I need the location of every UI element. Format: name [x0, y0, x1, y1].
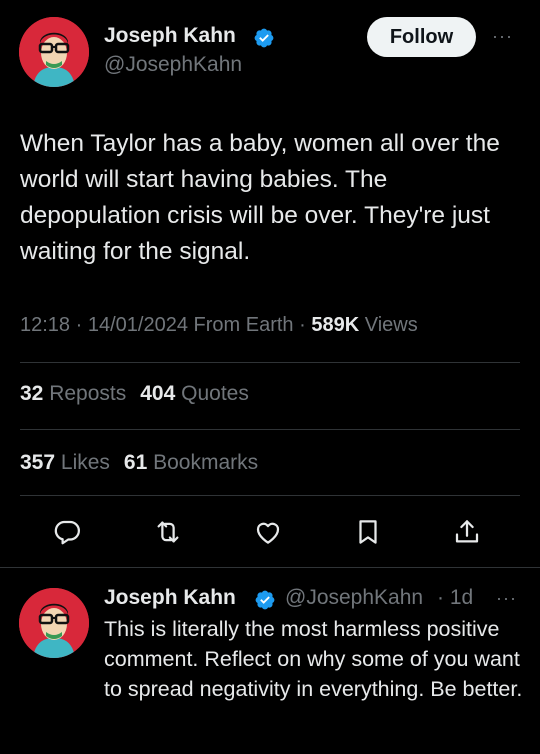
- views-count: 589K: [311, 314, 360, 336]
- tweet-text: When Taylor has a baby, women all over t…: [20, 130, 500, 265]
- repost-button[interactable]: [146, 510, 190, 554]
- meta-separator: ·: [75, 314, 83, 336]
- bookmarks-count: 61: [123, 451, 148, 474]
- reposts-quotes-row: 32 Reposts 404 Quotes: [20, 382, 249, 406]
- reposts-count: 32: [20, 382, 44, 405]
- reply-button[interactable]: [45, 510, 89, 554]
- bookmarks-link[interactable]: 61 Bookmarks: [124, 451, 258, 474]
- reposts-label: Reposts: [49, 382, 127, 405]
- share-button[interactable]: [445, 510, 489, 554]
- likes-bookmarks-row: 357 Likes 61 Bookmarks: [20, 451, 258, 475]
- tweet-source: From Earth: [193, 314, 294, 336]
- repost-icon: [157, 521, 179, 543]
- author-avatar[interactable]: [19, 17, 89, 87]
- like-button[interactable]: [246, 510, 290, 554]
- quotes-link[interactable]: 404 Quotes: [140, 382, 249, 405]
- divider: [20, 429, 520, 430]
- bookmark-icon: [359, 520, 377, 544]
- author-handle[interactable]: @JosephKahn: [104, 53, 242, 77]
- reply-more-options-icon[interactable]: ···: [496, 588, 517, 609]
- bookmark-button[interactable]: [346, 510, 390, 554]
- likes-link[interactable]: 357 Likes: [20, 451, 110, 474]
- meta-separator: ·: [299, 314, 306, 336]
- reply-author-handle[interactable]: @JosephKahn: [285, 586, 423, 610]
- avatar-illustration: [19, 17, 89, 87]
- reply-icon: [54, 520, 80, 545]
- quotes-count: 404: [140, 382, 176, 405]
- tweet-meta: 12:18 · 14/01/2024 From Earth · 589K Vie…: [20, 314, 418, 337]
- tweet-action-bar: [0, 510, 540, 554]
- views-label: Views: [364, 314, 418, 336]
- follow-button[interactable]: Follow: [367, 17, 476, 57]
- tweet-time[interactable]: 12:18: [20, 314, 70, 336]
- likes-count: 357: [20, 451, 56, 474]
- divider: [0, 567, 540, 568]
- avatar-illustration: [19, 588, 89, 658]
- reposts-link[interactable]: 32 Reposts: [20, 382, 126, 405]
- tweet-date[interactable]: 14/01/2024: [88, 314, 188, 336]
- bookmarks-label: Bookmarks: [153, 451, 259, 474]
- quotes-label: Quotes: [181, 382, 249, 405]
- reply-text: This is literally the most harmless posi…: [104, 617, 523, 701]
- likes-label: Likes: [60, 451, 110, 474]
- divider: [20, 362, 520, 363]
- share-icon: [455, 520, 479, 543]
- reply-author-name[interactable]: Joseph Kahn: [104, 586, 236, 610]
- divider: [20, 495, 520, 496]
- reply-author-avatar[interactable]: [19, 588, 89, 658]
- reply-timestamp[interactable]: · 1d: [437, 586, 473, 610]
- like-icon: [256, 522, 280, 544]
- verified-badge-icon: [254, 28, 274, 48]
- more-options-icon[interactable]: ···: [492, 26, 513, 47]
- author-name[interactable]: Joseph Kahn: [104, 24, 236, 48]
- verified-badge-icon: [255, 590, 275, 610]
